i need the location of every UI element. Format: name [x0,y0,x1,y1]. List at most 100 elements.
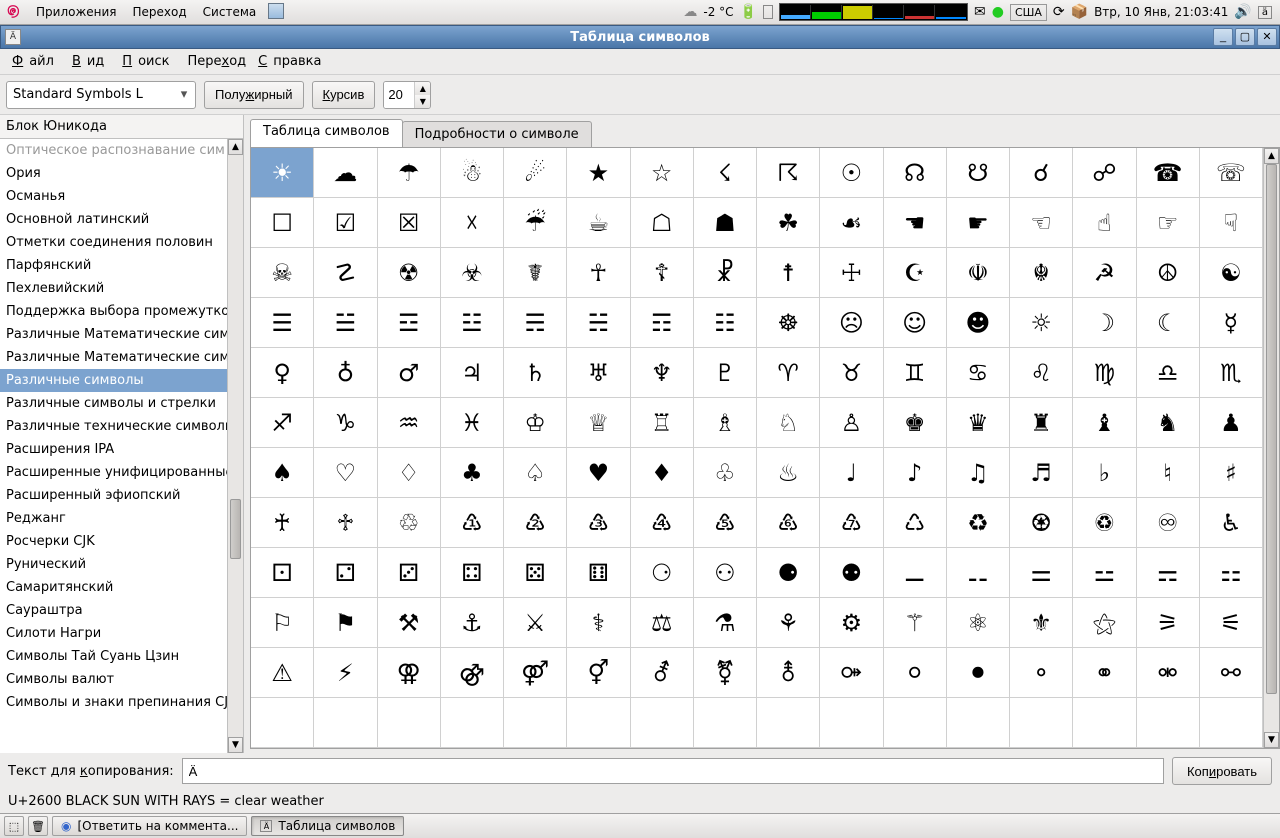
bold-button[interactable]: Полужирный [204,81,304,109]
char-cell[interactable]: ☀ [251,148,314,198]
char-cell[interactable]: ♀ [251,348,314,398]
char-cell[interactable] [1200,698,1263,748]
char-cell[interactable]: ♵ [567,498,630,548]
char-cell[interactable]: ♱ [314,498,377,548]
char-cell[interactable]: ♋ [947,348,1010,398]
char-cell[interactable]: ⚓ [441,598,504,648]
char-cell[interactable]: ☲ [378,298,441,348]
char-cell[interactable]: ⚦ [631,648,694,698]
weather-icon[interactable] [683,4,697,20]
char-cell[interactable]: ♡ [314,448,377,498]
char-cell[interactable]: ♘ [757,398,820,448]
char-cell[interactable] [1010,698,1073,748]
tab-details[interactable]: Подробности о символе [402,121,592,147]
char-cell[interactable] [567,698,630,748]
char-cell[interactable]: ♼ [1010,498,1073,548]
char-cell[interactable]: ☆ [631,148,694,198]
char-cell[interactable]: ⚘ [757,598,820,648]
char-cell[interactable]: ♤ [504,448,567,498]
char-cell[interactable]: ♢ [378,448,441,498]
block-item[interactable]: Пехлевийский [0,277,227,300]
char-cell[interactable]: ♳ [441,498,504,548]
copy-input[interactable] [182,758,1164,784]
char-cell[interactable]: ☟ [1200,198,1263,248]
char-cell[interactable]: ♞ [1137,398,1200,448]
char-cell[interactable]: ♥ [567,448,630,498]
char-cell[interactable]: ⚪ [884,648,947,698]
char-cell[interactable]: ♅ [567,348,630,398]
window-menu-icon[interactable]: Ä [5,29,21,45]
task-charmap[interactable]: Ä Таблица символов [251,816,404,836]
char-cell[interactable]: ♾ [1137,498,1200,548]
im-icon[interactable]: ✉ [974,4,986,20]
char-cell[interactable]: ☨ [757,248,820,298]
char-cell[interactable]: ☙ [820,198,883,248]
char-cell[interactable]: ♈ [757,348,820,398]
char-cell[interactable]: ☸ [757,298,820,348]
char-cell[interactable]: ☗ [694,198,757,248]
scroll-thumb[interactable] [230,499,241,559]
char-cell[interactable] [251,698,314,748]
char-cell[interactable]: ⚆ [631,548,694,598]
char-cell[interactable]: ♔ [504,398,567,448]
char-cell[interactable]: ☱ [314,298,377,348]
char-cell[interactable]: ☩ [820,248,883,298]
char-cell[interactable] [378,698,441,748]
sidebar-scrollbar[interactable]: ▲ ▼ [227,139,243,753]
char-cell[interactable]: ☻ [947,298,1010,348]
char-cell[interactable]: ♓ [441,398,504,448]
char-cell[interactable]: ⚭ [1073,648,1136,698]
char-cell[interactable] [504,698,567,748]
char-cell[interactable]: ☵ [567,298,630,348]
char-cell[interactable]: ♽ [1073,498,1136,548]
char-cell[interactable]: ♴ [504,498,567,548]
copy-button[interactable]: Копировать [1172,757,1272,785]
char-cell[interactable]: ♕ [567,398,630,448]
char-cell[interactable] [1073,698,1136,748]
menu-view[interactable]: Вид [66,50,116,73]
char-cell[interactable]: ☥ [567,248,630,298]
char-cell[interactable]: ☐ [251,198,314,248]
char-cell[interactable]: ☈ [757,148,820,198]
char-cell[interactable]: ♹ [820,498,883,548]
char-cell[interactable] [884,698,947,748]
block-item[interactable]: Различные Математические сим [0,346,227,369]
grid-scroll-thumb[interactable] [1266,164,1277,694]
scroll-down-icon[interactable]: ▼ [228,737,243,753]
char-cell[interactable]: ☼ [1010,298,1073,348]
char-cell[interactable]: ☰ [251,298,314,348]
block-item[interactable]: Саураштра [0,599,227,622]
char-cell[interactable]: ☢ [378,248,441,298]
char-cell[interactable] [1137,698,1200,748]
char-cell[interactable]: ⚧ [694,648,757,698]
spin-down-icon[interactable]: ▼ [415,95,430,108]
volume-icon[interactable]: 🔊 [1234,4,1251,20]
minimize-button[interactable]: _ [1213,28,1233,46]
char-cell[interactable]: ♩ [820,448,883,498]
menu-search[interactable]: Поиск [116,50,181,73]
font-selector[interactable]: Standard Symbols L ▾ [6,81,196,109]
char-cell[interactable]: ☽ [1073,298,1136,348]
char-cell[interactable]: ♣ [441,448,504,498]
char-cell[interactable]: ♌ [1010,348,1073,398]
char-cell[interactable] [314,698,377,748]
char-cell[interactable]: ☤ [504,248,567,298]
grid-scroll-down-icon[interactable]: ▼ [1264,732,1279,748]
block-item[interactable]: Реджанг [0,507,227,530]
block-item[interactable]: Расширенные унифицированные [0,461,227,484]
char-cell[interactable]: ⚬ [1010,648,1073,698]
char-cell[interactable]: ♦ [631,448,694,498]
char-cell[interactable]: ☞ [1137,198,1200,248]
block-item[interactable]: Символы Тай Суань Цзин [0,645,227,668]
block-item[interactable]: Основной латинский [0,208,227,231]
maximize-button[interactable]: ▢ [1235,28,1255,46]
char-cell[interactable]: ♆ [631,348,694,398]
char-cell[interactable]: ⚋ [947,548,1010,598]
char-cell[interactable]: ♯ [1200,448,1263,498]
spin-up-icon[interactable]: ▲ [415,82,430,95]
char-cell[interactable]: ♉ [820,348,883,398]
char-cell[interactable]: ⚒ [378,598,441,648]
block-item[interactable]: Росчерки CJK [0,530,227,553]
char-cell[interactable]: ⚖ [631,598,694,648]
keyboard-layout[interactable]: США [1010,4,1047,21]
